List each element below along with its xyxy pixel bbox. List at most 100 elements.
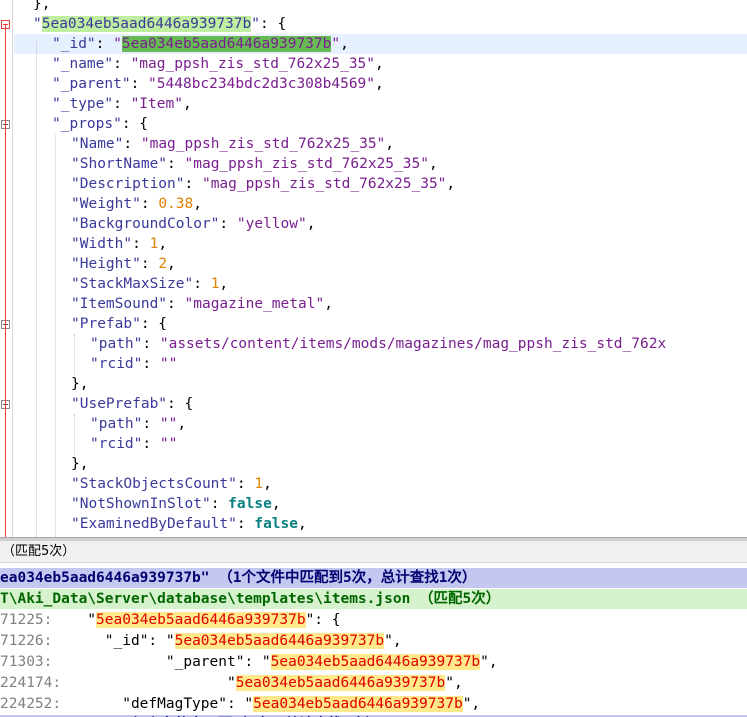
code-token: ,: [375, 56, 384, 72]
code-token: :: [193, 276, 211, 292]
result-text: 5ea034eb5aad6446a939737b: [96, 612, 306, 628]
code-token: :: [123, 136, 141, 152]
code-token: ,: [167, 256, 176, 272]
code-token: ": [331, 36, 341, 52]
code-token: "rcid": [90, 436, 143, 452]
code-token: "NotShownInSlot": [71, 496, 211, 512]
code-editor[interactable]: }, "5ea034eb5aad6446a939737b": {"_id": "5…: [0, 0, 747, 537]
code-token: "path": [90, 416, 143, 432]
code-line: },: [14, 454, 747, 474]
code-line: "Weight": 0.38,: [14, 194, 747, 214]
code-line: "path": "",: [14, 414, 747, 434]
code-token: ,: [263, 476, 272, 492]
indent-guide: [36, 40, 37, 537]
code-token: :: [236, 516, 255, 532]
code-token: : {: [121, 116, 149, 132]
result-text: ": [61, 675, 236, 691]
code-token: :: [140, 256, 159, 272]
result-text: 224252:: [0, 696, 62, 712]
code-token: "ExaminedByDefault": [71, 516, 237, 532]
search-results-panel[interactable]: ea034eb5aad6446a939737b" （1个文件中匹配到5次，总计查…: [0, 564, 747, 717]
code-token: ": [33, 16, 42, 32]
code-line: "Prefab": {: [14, 314, 747, 334]
code-token: 1: [149, 236, 159, 252]
result-hit-row[interactable]: 71225: "5ea034eb5aad6446a939737b": {: [0, 610, 747, 630]
search-query-row[interactable]: ea034eb5aad6446a939737b" （1个文件中匹配到5次，总计查…: [0, 568, 747, 588]
code-token: ": [113, 36, 122, 52]
code-token: "BackgroundColor": [71, 216, 220, 232]
code-token: ,: [385, 136, 395, 152]
code-token: :: [167, 156, 185, 172]
code-token: "": [159, 416, 178, 432]
code-token: ,: [340, 36, 349, 52]
code-line: "_id": "5ea034eb5aad6446a939737b",: [14, 34, 747, 54]
code-line: "ShortName": "mag_ppsh_zis_std_762x25_35…: [14, 154, 747, 174]
code-token: 0.38: [158, 196, 194, 212]
fold-gutter: [0, 0, 13, 537]
code-token: :: [210, 496, 229, 512]
code-token: "_parent": [52, 76, 131, 92]
result-text: ": {: [305, 612, 341, 628]
code-token: : {: [167, 396, 194, 412]
result-text: 5ea034eb5aad6446a939737b: [270, 654, 481, 670]
code-token: "Name": [71, 136, 124, 152]
code-token: : {: [259, 16, 287, 32]
result-text: 71226:: [0, 633, 53, 649]
code-token: ,: [158, 236, 168, 252]
result-hit-row[interactable]: 71303: "_parent": "5ea034eb5aad6446a9397…: [0, 652, 747, 672]
code-token: "": [159, 436, 178, 452]
result-text: ",: [445, 675, 463, 691]
code-token: :: [184, 176, 202, 192]
code-token: :: [167, 296, 185, 312]
code-token: "_type": [52, 96, 114, 112]
code-token: :: [236, 476, 255, 492]
result-hit-row[interactable]: 71226: "_id": "5ea034eb5aad6446a939737b"…: [0, 631, 747, 651]
code-token: ,: [271, 496, 281, 512]
result-text: 5ea034eb5aad6446a939737b: [235, 675, 446, 691]
code-token: "_name": [52, 56, 114, 72]
code-line: "ItemSound": "magazine_metal",: [14, 294, 747, 314]
result-text: 71303:: [0, 654, 53, 670]
code-token: "path": [90, 336, 143, 352]
code-line: "StackMaxSize": 1,: [14, 274, 747, 294]
code-token: :: [140, 196, 159, 212]
code-token: },: [71, 456, 89, 472]
code-line: },: [14, 0, 747, 14]
code-token: :: [95, 36, 114, 52]
result-text: "defMagType": ": [61, 696, 254, 712]
code-token: :: [142, 416, 160, 432]
code-token: ,: [375, 76, 384, 92]
code-line: "Height": 2,: [14, 254, 747, 274]
code-line: "Width": 1,: [14, 234, 747, 254]
code-line: "BackgroundColor": "yellow",: [14, 214, 747, 234]
code-token: false: [254, 516, 298, 532]
result-hit-row[interactable]: 224174: "5ea034eb5aad6446a939737b",: [0, 673, 747, 693]
code-token: "yellow": [236, 216, 307, 232]
code-token: "": [159, 356, 178, 372]
code-token: "magazine_metal": [184, 296, 325, 312]
code-line: "5ea034eb5aad6446a939737b": {: [14, 14, 747, 34]
result-text: ": [52, 612, 97, 628]
code-token: "Item": [130, 96, 183, 112]
code-token: "Height": [71, 256, 141, 272]
code-token: :: [142, 436, 160, 452]
code-line: },: [14, 374, 747, 394]
code-token: :: [142, 356, 160, 372]
code-line: "NotShownInSlot": false,: [14, 494, 747, 514]
code-token: "_id": [52, 36, 96, 52]
code-token: :: [113, 56, 131, 72]
code-token: ,: [446, 176, 456, 192]
result-file-row[interactable]: T\Aki_Data\Server\database\templates\ite…: [0, 589, 747, 609]
code-token: "Weight": [71, 196, 141, 212]
code-token: "mag_ppsh_zis_std_762x25_35": [201, 176, 447, 192]
search-results-header: （匹配5次）: [0, 541, 747, 563]
result-text: 5ea034eb5aad6446a939737b: [174, 633, 385, 649]
code-token: "ItemSound": [71, 296, 168, 312]
code-token: :: [113, 96, 131, 112]
result-hit-row[interactable]: 224252: "defMagType": "5ea034eb5aad6446a…: [0, 694, 747, 714]
code-line: "path": "assets/content/items/mods/magaz…: [14, 334, 747, 354]
code-token: ,: [219, 276, 229, 292]
code-token: "mag_ppsh_zis_std_762x25_35": [140, 136, 386, 152]
code-line: "StackObjectsCount": 1,: [14, 474, 747, 494]
code-token: ,: [298, 516, 307, 532]
